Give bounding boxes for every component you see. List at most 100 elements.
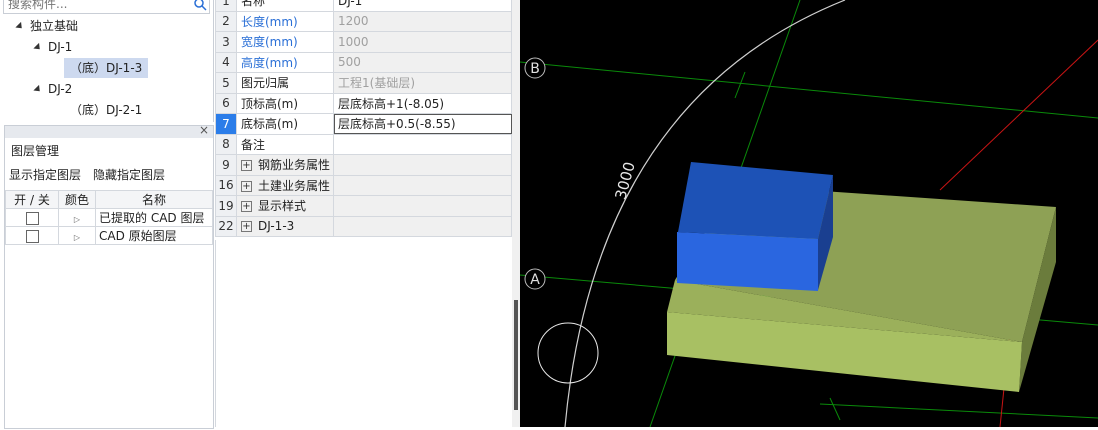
property-value — [333, 174, 512, 196]
property-value — [333, 215, 512, 237]
property-name: 高度(mm) — [236, 51, 334, 73]
tick-mark — [829, 397, 841, 421]
search-box[interactable] — [3, 0, 210, 14]
row-number: 6 — [215, 92, 237, 114]
property-row[interactable]: 2 长度(mm) 1200 — [215, 10, 512, 32]
tick-mark — [734, 71, 746, 99]
property-value[interactable]: DJ-1 — [333, 0, 512, 12]
property-row[interactable]: 1 名称 DJ-1 — [215, 0, 512, 12]
axis-line-b — [519, 61, 1098, 119]
property-value — [333, 195, 512, 217]
property-row[interactable]: 5 图元归属 工程1(基础层) — [215, 72, 512, 94]
expand-arrow-icon[interactable] — [15, 21, 25, 32]
layer-panel-title: 图层管理 — [11, 144, 60, 158]
expand-arrow-icon[interactable] — [33, 84, 43, 95]
property-row[interactable]: 6 顶标高(m) 层底标高+1(-8.05) — [215, 92, 512, 114]
hide-layer-button[interactable]: 隐藏指定图层 — [93, 168, 165, 182]
property-name: 名称 — [236, 0, 334, 12]
property-row[interactable]: 4 高度(mm) 500 — [215, 51, 512, 73]
splitter-handle[interactable] — [514, 300, 518, 410]
search-icon[interactable] — [193, 0, 207, 11]
expand-plus-icon[interactable]: + — [241, 221, 252, 233]
layer-table: 开 / 关 颜色 名称 ▷ 已提取的 CAD 图层 ▷ CAD 原始图层 — [5, 190, 213, 245]
layer-name: CAD 原始图层 — [95, 226, 213, 245]
expand-plus-icon[interactable]: + — [241, 201, 252, 213]
property-group: + 显示样式 — [236, 195, 334, 217]
row-number: 9 — [215, 154, 237, 176]
property-value[interactable] — [333, 133, 512, 155]
3d-viewport[interactable]: B A 3000 — [519, 0, 1098, 428]
layer-toolbar: 显示指定图层 隐藏指定图层 — [9, 166, 177, 183]
component-tree-panel: 独立基础 DJ-1 （底）DJ-1-3 DJ-2 （底）DJ-2-1 — [0, 0, 214, 122]
block-top-face[interactable] — [678, 162, 833, 239]
layer-management-panel: × 图层管理 显示指定图层 隐藏指定图层 开 / 关 颜色 名称 ▷ 已提取的 C… — [4, 123, 214, 429]
expand-arrow-icon[interactable] — [33, 42, 43, 53]
property-value[interactable]: 500 — [333, 51, 512, 73]
property-value[interactable]: 1000 — [333, 31, 512, 53]
expand-plus-icon[interactable]: + — [241, 180, 252, 192]
property-name: 底标高(m) — [236, 113, 334, 135]
layer-name: 已提取的 CAD 图层 — [95, 208, 213, 227]
property-row-selected[interactable]: 7 底标高(m) 层底标高+0.5(-8.55) — [215, 113, 512, 135]
color-cell: ▷ — [58, 208, 96, 227]
table-row: ▷ CAD 原始图层 — [5, 226, 213, 245]
property-value[interactable]: 1200 — [333, 10, 512, 32]
property-group-row[interactable]: 19 + 显示样式 — [215, 195, 512, 217]
color-arrow-icon[interactable]: ▷ — [74, 215, 80, 224]
property-table: 1 名称 DJ-1 2 长度(mm) 1200 3 宽度(mm) 1000 4 … — [215, 0, 512, 237]
show-layer-button[interactable]: 显示指定图层 — [9, 168, 81, 182]
tree-item-root[interactable]: 独立基础 — [15, 16, 78, 36]
tree-item-dj1[interactable]: DJ-1 — [33, 37, 72, 57]
property-value[interactable]: 层底标高+1(-8.05) — [333, 92, 512, 114]
expand-plus-icon[interactable]: + — [241, 160, 252, 172]
property-group: + DJ-1-3 — [236, 215, 334, 237]
property-group: + 钢筋业务属性 — [236, 154, 334, 176]
property-row[interactable]: 3 宽度(mm) 1000 — [215, 31, 512, 53]
axis-label-b: B — [530, 61, 540, 77]
col-toggle: 开 / 关 — [5, 190, 59, 209]
property-value[interactable]: 工程1(基础层) — [333, 72, 512, 94]
viewport-canvas[interactable]: B A 3000 — [519, 0, 1098, 428]
red-axis-line — [939, 39, 1098, 191]
property-row[interactable]: 8 备注 — [215, 133, 512, 155]
property-group: + 土建业务属性 — [236, 174, 334, 196]
tree-item-dj2-1[interactable]: （底）DJ-2-1 — [70, 100, 142, 120]
property-name: 宽度(mm) — [236, 31, 334, 53]
marker-circle — [537, 322, 599, 384]
property-name: 图元归属 — [236, 72, 334, 94]
layer-checkbox[interactable] — [25, 211, 39, 225]
axis-label-a: A — [530, 272, 540, 288]
property-grid: 1 名称 DJ-1 2 长度(mm) 1200 3 宽度(mm) 1000 4 … — [215, 0, 512, 237]
toggle-cell — [5, 208, 59, 227]
color-arrow-icon[interactable]: ▷ — [74, 233, 80, 242]
toggle-cell — [5, 226, 59, 245]
col-name: 名称 — [95, 190, 213, 209]
col-color: 颜色 — [58, 190, 96, 209]
tree-item-dj2[interactable]: DJ-2 — [33, 79, 72, 99]
property-value — [333, 154, 512, 176]
tree-item-dj1-3[interactable]: （底）DJ-1-3 — [64, 58, 149, 78]
property-value[interactable]: 层底标高+0.5(-8.55) — [333, 113, 512, 135]
property-name: 顶标高(m) — [236, 92, 334, 114]
property-grid-empty-area — [215, 240, 513, 427]
property-group-row[interactable]: 22 + DJ-1-3 — [215, 215, 512, 237]
table-row: ▷ 已提取的 CAD 图层 — [5, 208, 213, 227]
row-number: 1 — [215, 0, 237, 12]
panel-header-bar: × — [5, 123, 213, 138]
search-input[interactable] — [8, 0, 188, 12]
row-number: 7 — [215, 113, 237, 135]
close-icon[interactable]: × — [199, 123, 209, 137]
property-group-row[interactable]: 9 + 钢筋业务属性 — [215, 154, 512, 176]
row-number: 5 — [215, 72, 237, 94]
row-number: 16 — [215, 174, 237, 196]
property-group-row[interactable]: 16 + 土建业务属性 — [215, 174, 512, 196]
row-number: 4 — [215, 51, 237, 73]
layer-checkbox[interactable] — [25, 229, 39, 243]
block-front-face[interactable] — [677, 232, 818, 291]
row-number: 22 — [215, 215, 237, 237]
axis-line-bottom — [819, 403, 1098, 419]
row-number: 2 — [215, 10, 237, 32]
layer-table-header: 开 / 关 颜色 名称 — [5, 190, 213, 209]
row-number: 19 — [215, 195, 237, 217]
property-name: 备注 — [236, 133, 334, 155]
